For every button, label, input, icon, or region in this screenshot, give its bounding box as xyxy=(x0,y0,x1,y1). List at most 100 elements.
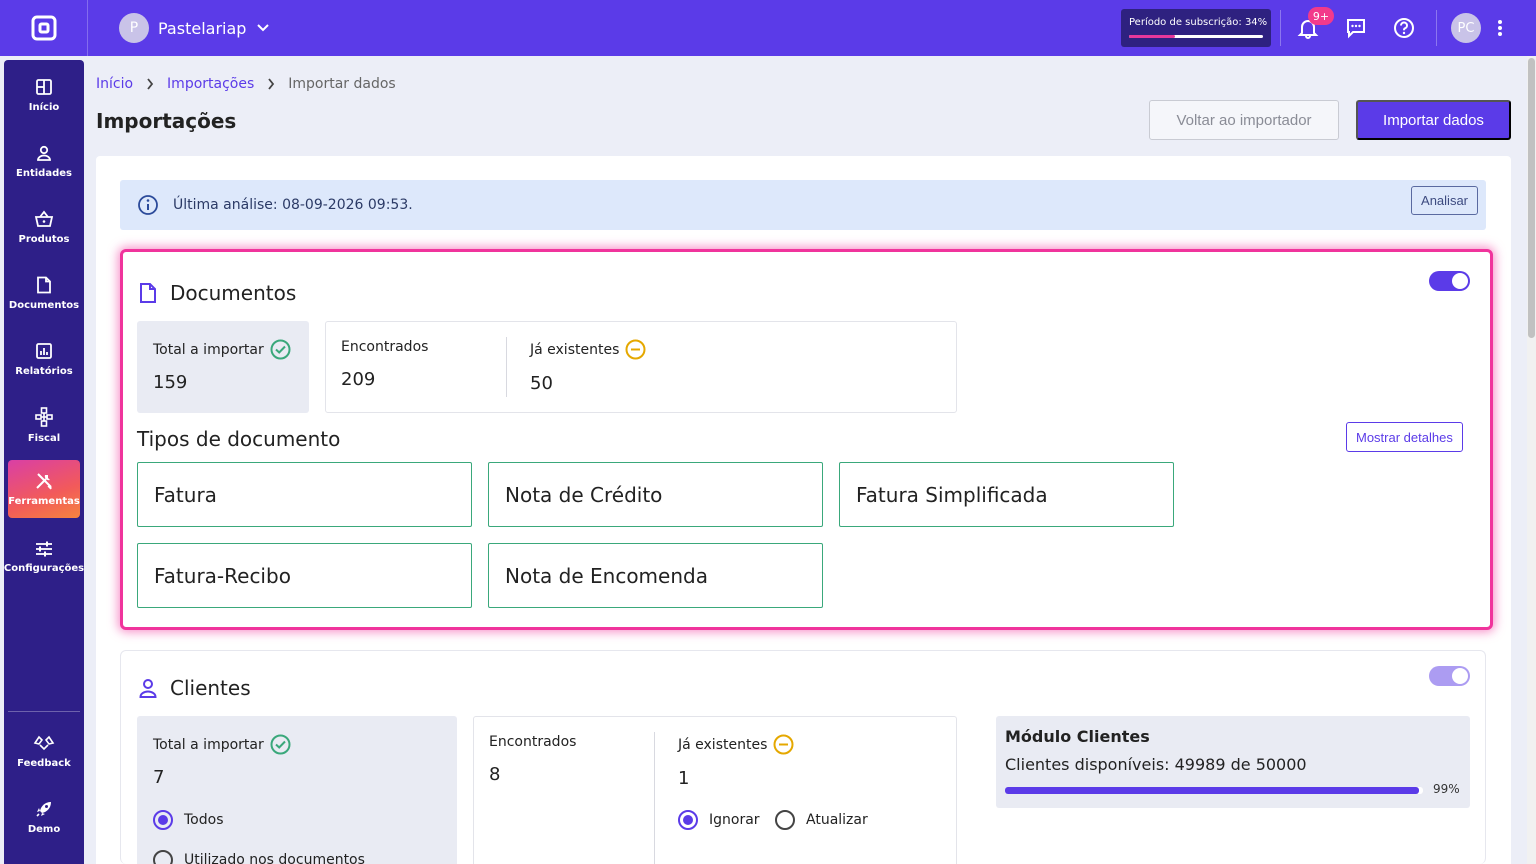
sidebar-item-entidades[interactable]: Entidades xyxy=(8,132,80,190)
documents-total-label: Total a importar xyxy=(153,339,291,360)
sidebar-item-label: Entidades xyxy=(16,167,72,179)
show-details-button[interactable]: Mostrar detalhes xyxy=(1346,422,1463,452)
existing-option-ignore[interactable]: Ignorar xyxy=(678,810,760,830)
minus-circle-icon xyxy=(625,339,646,360)
subscription-progress-fill xyxy=(1129,35,1175,38)
company-name: Pastelariap xyxy=(158,18,247,38)
existing-option-update[interactable]: Atualizar xyxy=(775,810,868,830)
toggle-knob xyxy=(1452,273,1468,289)
documents-toggle[interactable] xyxy=(1429,271,1470,291)
back-to-importer-button[interactable]: Voltar ao importador xyxy=(1149,100,1339,140)
documents-stats-box xyxy=(325,321,957,413)
document-icon xyxy=(37,276,51,293)
document-types-title: Tipos de documento xyxy=(137,427,341,451)
clients-total-value: 7 xyxy=(153,767,165,788)
documents-found-value: 209 xyxy=(341,369,376,390)
more-options-button[interactable] xyxy=(1486,14,1514,42)
chevron-right-icon xyxy=(146,78,154,90)
toolbar-divider xyxy=(1436,10,1437,46)
sidebar-item-demo[interactable]: Demo xyxy=(8,788,80,846)
documents-found-label: Encontrados xyxy=(341,339,429,355)
tools-icon xyxy=(36,472,52,489)
sidebar-item-documentos[interactable]: Documentos xyxy=(8,264,80,322)
radio-label: Atualizar xyxy=(806,812,868,828)
breadcrumb-section[interactable]: Importações xyxy=(167,76,254,92)
sidebar-item-label: Documentos xyxy=(8,299,80,311)
filter-option-used-in-documents[interactable]: Utilizado nos documentos xyxy=(153,850,365,864)
check-circle-icon xyxy=(270,734,291,755)
clients-total-label: Total a importar xyxy=(153,734,291,755)
documents-total-box xyxy=(137,321,309,413)
radio-selected xyxy=(678,810,698,830)
clients-found-value: 8 xyxy=(489,764,501,785)
notification-badge: 9+ xyxy=(1308,7,1334,25)
radio-label: Ignorar xyxy=(709,812,760,828)
total-label-text: Total a importar xyxy=(153,341,264,358)
sidebar-item-label: Demo xyxy=(27,823,61,835)
page-scrollbar[interactable] xyxy=(1527,56,1536,864)
sidebar-item-label: Relatórios xyxy=(15,365,73,377)
breadcrumb: Início Importações Importar dados xyxy=(96,76,396,92)
user-avatar[interactable]: PC xyxy=(1451,13,1481,43)
document-type-card[interactable]: Fatura-Recibo xyxy=(137,543,472,608)
documents-existing-value: 50 xyxy=(530,373,553,394)
chart-icon xyxy=(36,342,52,359)
check-circle-icon xyxy=(270,339,291,360)
documents-existing-label: Já existentes xyxy=(530,339,646,360)
radio-selected xyxy=(153,810,173,830)
clients-title-text: Clientes xyxy=(170,676,251,700)
user-icon xyxy=(139,679,157,698)
chat-icon xyxy=(1347,19,1365,39)
document-icon xyxy=(140,283,156,303)
clients-existing-label: Já existentes xyxy=(678,734,794,755)
documents-section-title: Documentos xyxy=(138,281,296,305)
sidebar-item-feedback[interactable]: Feedback xyxy=(8,722,80,780)
subscription-indicator[interactable]: Período de subscrição: 34% xyxy=(1121,9,1271,47)
clients-existing-value: 1 xyxy=(678,768,690,789)
radio-label: Utilizado nos documentos xyxy=(184,852,365,864)
sidebar-item-fiscal[interactable]: Fiscal xyxy=(8,396,80,454)
more-vertical-icon xyxy=(1498,20,1502,36)
chevron-down-icon xyxy=(257,24,270,32)
hierarchy-icon xyxy=(35,406,53,427)
sidebar-item-inicio[interactable]: Início xyxy=(8,66,80,124)
subscription-progress-track xyxy=(1129,35,1263,38)
company-selector[interactable]: P Pastelariap xyxy=(119,13,270,43)
toggle-knob xyxy=(1452,668,1468,684)
sidebar-divider xyxy=(8,711,80,712)
analysis-info-bar: Última análise: 08-09-2026 09:53. Analis… xyxy=(120,180,1486,230)
radio-unselected xyxy=(153,850,173,864)
module-progress-track xyxy=(1005,787,1423,794)
sidebar-item-configuracoes[interactable]: Configurações xyxy=(4,528,84,586)
basket-icon xyxy=(34,210,54,227)
help-button[interactable] xyxy=(1390,14,1418,42)
breadcrumb-current: Importar dados xyxy=(288,76,396,92)
document-type-card[interactable]: Nota de Crédito xyxy=(488,462,823,527)
existing-label-text: Já existentes xyxy=(678,736,768,753)
rocket-icon xyxy=(36,801,51,817)
company-avatar: P xyxy=(119,13,149,43)
document-type-card[interactable]: Fatura Simplificada xyxy=(839,462,1174,527)
import-data-button[interactable]: Importar dados xyxy=(1356,100,1511,140)
document-type-card[interactable]: Fatura xyxy=(137,462,472,527)
document-type-card[interactable]: Nota de Encomenda xyxy=(488,543,823,608)
minus-circle-icon xyxy=(773,734,794,755)
sidebar-item-ferramentas[interactable]: Ferramentas xyxy=(8,460,80,518)
sidebar: Início Entidades Produtos Documentos Rel… xyxy=(4,60,84,864)
sidebar-item-label: Início xyxy=(28,101,60,113)
sidebar-item-produtos[interactable]: Produtos xyxy=(8,198,80,256)
filter-option-all[interactable]: Todos xyxy=(153,810,223,830)
module-percent: 99% xyxy=(1433,782,1460,796)
breadcrumb-home[interactable]: Início xyxy=(96,76,133,92)
app-logo[interactable] xyxy=(0,0,88,56)
messages-button[interactable] xyxy=(1342,14,1370,42)
stats-divider xyxy=(654,732,655,864)
last-analysis-text: Última análise: 08-09-2026 09:53. xyxy=(173,197,413,213)
scrollbar-thumb[interactable] xyxy=(1528,58,1535,338)
clients-toggle[interactable] xyxy=(1429,666,1470,686)
sidebar-item-label: Feedback xyxy=(17,757,71,769)
sidebar-item-relatorios[interactable]: Relatórios xyxy=(8,330,80,388)
sidebar-item-label: Configurações xyxy=(3,562,85,574)
clients-found-label: Encontrados xyxy=(489,734,577,750)
analyze-button[interactable]: Analisar xyxy=(1411,186,1478,215)
